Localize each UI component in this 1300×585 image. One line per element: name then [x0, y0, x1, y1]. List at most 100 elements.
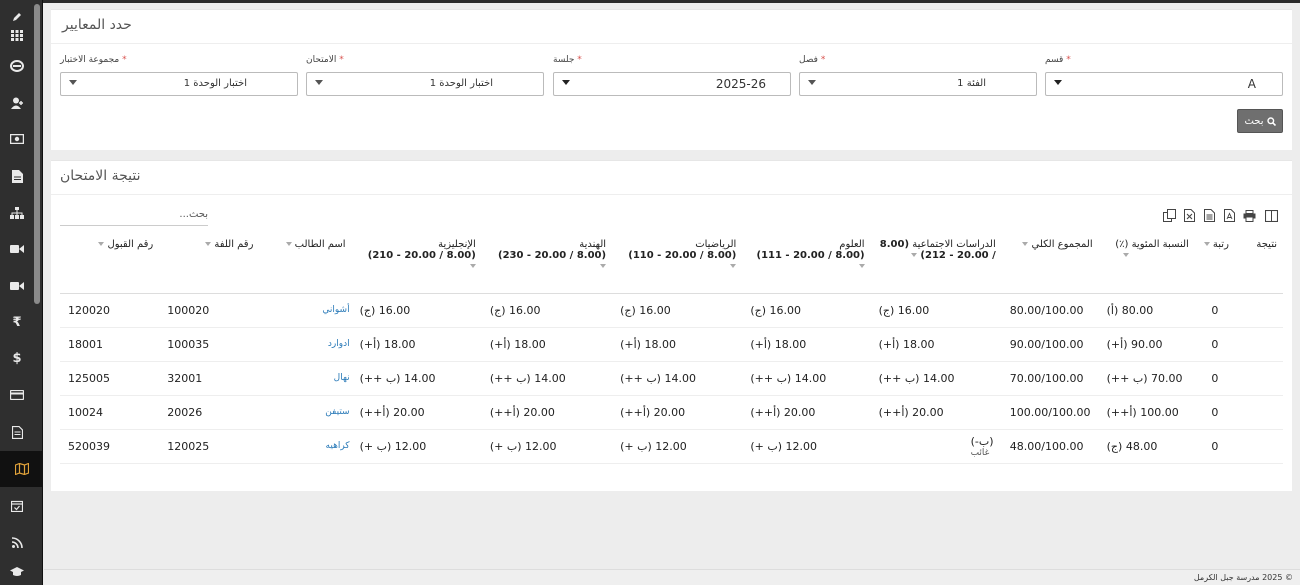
science-cell: 18.00 (أ+) — [742, 327, 871, 362]
rupee-icon[interactable]: ₹ — [0, 304, 34, 340]
sidebar-scrollbar[interactable] — [34, 4, 40, 304]
col-hindi[interactable]: الهندية (8.00 / 20.00 - 230) — [481, 227, 613, 294]
map-icon[interactable] — [0, 451, 43, 487]
english-cell: 12.00 (ب +) — [351, 429, 482, 464]
sort-icon — [911, 253, 918, 257]
col-percent[interactable]: النسبة المئوية (٪) — [1098, 227, 1195, 294]
table-search-input[interactable]: بحث... — [60, 206, 208, 226]
map-glyph — [14, 463, 29, 475]
columns-icon[interactable] — [1264, 207, 1279, 223]
section-select[interactable]: A — [1045, 72, 1283, 96]
science-cell: 12.00 (ب +) — [742, 429, 871, 464]
social-cell: (ب-) غائب — [870, 429, 1002, 464]
rss-icon[interactable] — [0, 524, 34, 560]
col-social[interactable]: الدراسات الاجتماعية (8.00 / 20.00 - 212) — [870, 227, 1002, 294]
hindi-cell: 20.00 (أ++) — [481, 395, 613, 430]
copy-icon[interactable] — [1163, 207, 1177, 222]
percent-cell: 90.00 (أ+) — [1098, 327, 1195, 362]
col-result[interactable]: نتيجة — [1234, 227, 1283, 294]
exam-group-label: * مجموعة الاختبار — [60, 55, 127, 65]
rank-cell: 0 — [1194, 293, 1235, 328]
result-cell — [1234, 361, 1283, 396]
table-row: 0 80.00 (أ) 80.00/100.00 16.00 (ج) 16.00 (ج)… — [60, 293, 1283, 328]
sort-icon — [205, 242, 212, 246]
col-math[interactable]: الرياضيات (8.00 / 20.00 - 110) — [612, 227, 743, 294]
result-cell — [1234, 429, 1283, 464]
grand-total-cell: 100.00/100.00 — [1001, 395, 1099, 430]
rank-cell: 0 — [1194, 395, 1235, 430]
col-student-name[interactable]: اسم الطالب — [259, 227, 352, 294]
table-header-row: نتيجة رتبة النسبة المئوية (٪) المجموع ال… — [60, 227, 1283, 294]
csv-icon[interactable] — [1204, 207, 1218, 222]
results-table: نتيجة رتبة النسبة المئوية (٪) المجموع ال… — [60, 227, 1283, 464]
roll-no-cell: 100020 — [159, 293, 260, 328]
calendar-check-icon[interactable] — [0, 488, 34, 524]
science-cell: 16.00 (ج) — [742, 293, 871, 328]
col-science[interactable]: العلوم (8.00 / 20.00 - 111) — [742, 227, 871, 294]
table-row: 0 100.00 (أ++) 100.00/100.00 20.00 (أ++) 20.… — [60, 395, 1283, 430]
hindi-cell: 16.00 (ج) — [481, 293, 613, 328]
user-plus-icon[interactable] — [0, 85, 34, 121]
student-name-link[interactable]: ادوارد — [259, 327, 352, 362]
english-cell: 16.00 (ج) — [351, 293, 482, 328]
grand-total-cell: 90.00/100.00 — [1001, 327, 1099, 362]
video-icon[interactable] — [0, 231, 34, 267]
results-panel: نتيجة الامتحان بحث... نتيجة رتبة النسبة … — [51, 160, 1292, 491]
student-name-link[interactable]: كراهيه — [259, 429, 352, 464]
col-roll-no[interactable]: رقم اللفة — [159, 227, 260, 294]
math-cell: 12.00 (ب +) — [612, 429, 743, 464]
result-cell — [1234, 395, 1283, 430]
sort-icon — [1203, 242, 1210, 246]
session-label: * جلسة — [553, 55, 582, 65]
sort-icon — [285, 242, 292, 246]
result-cell — [1234, 327, 1283, 362]
admission-no-cell: 18001 — [60, 327, 160, 362]
criteria-title: حدد المعايير — [62, 17, 132, 33]
col-admission-no[interactable]: رقم القبول — [60, 227, 160, 294]
admission-no-cell: 10024 — [60, 395, 160, 430]
roll-no-cell: 120025 — [159, 429, 260, 464]
graduation-cap-icon[interactable] — [0, 558, 34, 585]
col-english[interactable]: الإنجليزية (8.00 / 20.00 - 210) — [351, 227, 482, 294]
rank-cell: 0 — [1194, 327, 1235, 362]
math-cell: 20.00 (أ++) — [612, 395, 743, 430]
grid-icon[interactable] — [0, 20, 34, 50]
footer: © 2025 مدرسة جبل الكرمل — [44, 569, 1300, 585]
video-icon[interactable] — [0, 268, 34, 304]
student-name-link[interactable]: ستيفن — [259, 395, 352, 430]
col-rank[interactable]: رتبة — [1194, 227, 1235, 294]
file-text-icon[interactable] — [0, 414, 34, 450]
document-icon[interactable] — [0, 158, 34, 194]
hindi-cell: 12.00 (ب +) — [481, 429, 613, 464]
session-select[interactable]: 2025-26 — [553, 72, 791, 96]
chevron-down-icon — [562, 80, 570, 85]
money-icon[interactable] — [0, 121, 34, 157]
sort-icon — [858, 264, 865, 268]
hindi-cell: 14.00 (ب ++) — [481, 361, 613, 396]
book-icon[interactable] — [0, 48, 34, 84]
percent-cell: 48.00 (ج) — [1098, 429, 1195, 464]
pdf-icon[interactable] — [1224, 207, 1238, 222]
student-name-link[interactable]: أشواني — [259, 293, 352, 328]
dollar-icon[interactable]: $ — [0, 340, 34, 376]
percent-cell: 100.00 (أ++) — [1098, 395, 1195, 430]
sort-icon — [98, 242, 105, 246]
credit-card-icon[interactable] — [0, 377, 34, 413]
science-cell: 14.00 (ب ++) — [742, 361, 871, 396]
excel-icon[interactable] — [1184, 207, 1198, 222]
print-icon[interactable] — [1243, 207, 1257, 222]
exam-group-select[interactable]: اختبار الوحدة 1 — [60, 72, 298, 96]
student-name-link[interactable]: نهال — [259, 361, 352, 396]
sitemap-icon[interactable] — [0, 195, 34, 231]
search-button[interactable]: بحث — [1237, 109, 1283, 133]
science-cell: 20.00 (أ++) — [742, 395, 871, 430]
criteria-panel: حدد المعايير * قسم * فصل * جلسة * الامتح… — [51, 9, 1292, 150]
chevron-down-icon — [1054, 80, 1062, 85]
col-grand-total[interactable]: المجموع الكلي — [1001, 227, 1099, 294]
search-icon — [1266, 116, 1276, 126]
class-select[interactable]: الفئة 1 — [799, 72, 1037, 96]
exam-select[interactable]: اختبار الوحدة 1 — [306, 72, 544, 96]
math-cell: 16.00 (ج) — [612, 293, 743, 328]
hindi-cell: 18.00 (أ+) — [481, 327, 613, 362]
admission-no-cell: 125005 — [60, 361, 160, 396]
